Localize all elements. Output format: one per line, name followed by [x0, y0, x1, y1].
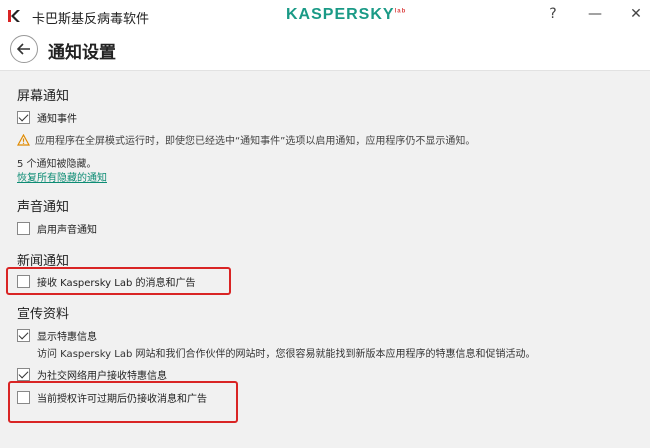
settings-content: 屏幕通知 通知事件 应用程序在全屏模式运行时，即使您已经选中“通知事件”选项以启… — [0, 71, 650, 448]
warning-icon — [17, 133, 30, 146]
warning-text: 应用程序在全屏模式运行时，即使您已经选中“通知事件”选项以启用通知，应用程序仍不… — [35, 136, 476, 147]
social-offers-checkbox-row[interactable]: 为社交网络用户接收特惠信息 — [17, 366, 167, 382]
enable-sound-checkbox-row[interactable]: 启用声音通知 — [17, 220, 97, 236]
highlight-box-news — [6, 267, 231, 295]
section-title-screen: 屏幕通知 — [17, 89, 70, 104]
back-button[interactable] — [10, 35, 38, 63]
social-offers-checkbox[interactable] — [17, 367, 30, 381]
social-offers-label: 为社交网络用户接收特惠信息 — [37, 370, 167, 382]
close-button[interactable]: ✕ — [624, 6, 648, 26]
app-title: 卡巴斯基反病毒软件 — [32, 12, 150, 27]
kaspersky-logo-icon — [6, 8, 22, 24]
section-title-promo: 宣传资料 — [17, 307, 70, 322]
arrow-left-icon — [17, 43, 30, 55]
brand-logo: KASPERSKYlab — [286, 6, 406, 24]
restore-hidden-link[interactable]: 恢复所有隐藏的通知 — [17, 169, 107, 184]
section-title-sound: 声音通知 — [17, 200, 70, 215]
hidden-count-text: 5 个通知被隐藏。 — [17, 159, 97, 170]
minimize-button[interactable]: — — [583, 6, 607, 26]
enable-sound-checkbox[interactable] — [17, 221, 30, 235]
page-header: 通知设置 — [0, 32, 650, 71]
notify-events-checkbox-row[interactable]: 通知事件 — [17, 109, 77, 125]
enable-sound-label: 启用声音通知 — [37, 224, 97, 236]
fullscreen-warning: 应用程序在全屏模式运行时，即使您已经选中“通知事件”选项以启用通知，应用程序仍不… — [17, 132, 475, 147]
page-title: 通知设置 — [48, 43, 116, 63]
notify-events-label: 通知事件 — [37, 113, 77, 125]
brand-text: KASPERSKY — [286, 6, 395, 23]
show-offers-label: 显示特惠信息 — [37, 331, 97, 343]
brand-sup: lab — [394, 8, 407, 15]
offers-description: 访问 Kaspersky Lab 网站和我们合作伙伴的网站时，您很容易就能找到新… — [37, 349, 536, 360]
help-button[interactable]: ? — [541, 6, 565, 26]
highlight-box-expiry — [8, 381, 238, 423]
show-offers-checkbox[interactable] — [17, 328, 30, 342]
show-offers-checkbox-row[interactable]: 显示特惠信息 — [17, 327, 97, 343]
notify-events-checkbox[interactable] — [17, 110, 30, 124]
title-bar: 卡巴斯基反病毒软件 KASPERSKYlab ? — ✕ — [0, 0, 650, 32]
